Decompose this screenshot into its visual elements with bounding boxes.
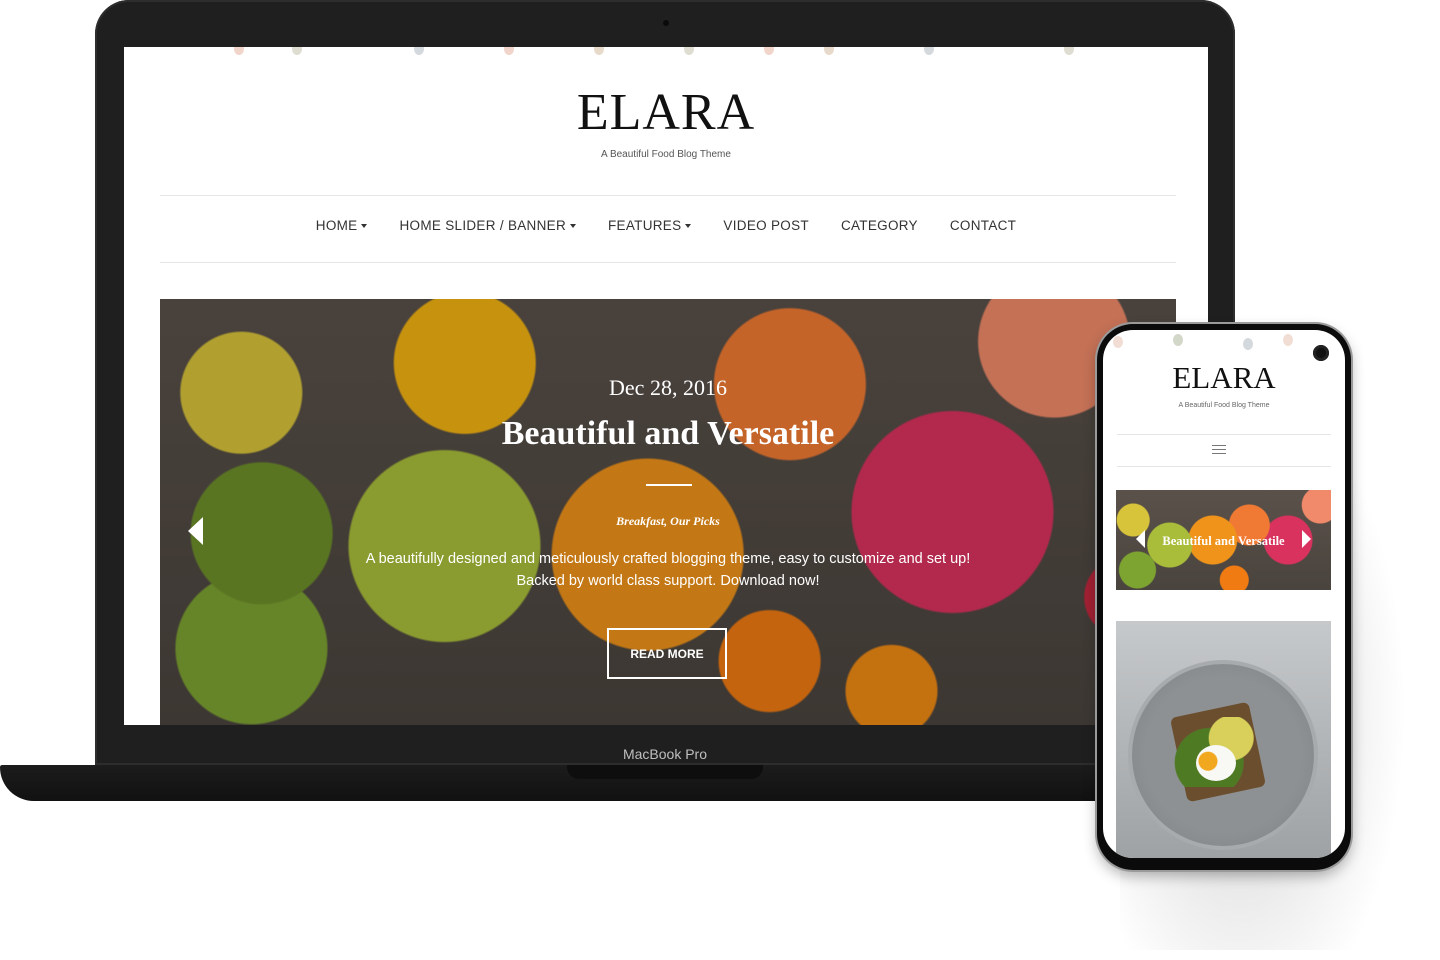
phone-screen: ELARA A Beautiful Food Blog Theme Beauti… [1103, 330, 1345, 858]
hero-slider: Dec 28, 2016 Beautiful and Versatile Bre… [160, 299, 1176, 725]
post-excerpt: A beautifully designed and meticulously … [365, 551, 971, 589]
laptop-screen: ELARA A Beautiful Food Blog Theme HOME H… [124, 47, 1208, 725]
nav-label: CATEGORY [840, 218, 918, 233]
arrow-right-icon[interactable] [1302, 530, 1311, 548]
nav-item-video-post[interactable]: VIDEO POST [723, 218, 809, 233]
caret-down-icon [361, 223, 368, 228]
caret-down-icon [570, 223, 576, 228]
header-divider-top [1117, 434, 1331, 435]
post-date: Dec 28, 2016 [609, 375, 727, 400]
post-title[interactable]: Beautiful and Versatile [160, 415, 1176, 453]
laptop-camera [663, 20, 669, 26]
title-separator [646, 484, 692, 486]
mobile-hero-slider: Beautiful and Versatile [1116, 490, 1331, 590]
site-logo[interactable]: ELARA [1103, 360, 1345, 396]
nav-label: HOME [315, 218, 358, 233]
nav-label: CONTACT [949, 218, 1017, 233]
site-tagline: A Beautiful Food Blog Theme [601, 149, 731, 160]
nav-item-home[interactable]: HOME [316, 218, 368, 233]
post-categories[interactable]: Breakfast, Our Picks [160, 514, 1176, 529]
phone-camera [1313, 345, 1329, 361]
hamburger-menu-icon[interactable] [1212, 445, 1226, 457]
caret-down-icon [685, 223, 692, 228]
egg-graphic [1196, 745, 1236, 781]
read-more-button[interactable]: READ MORE [607, 628, 727, 679]
site-tagline: A Beautiful Food Blog Theme [1178, 402, 1270, 409]
device-label: MacBook Pro [622, 746, 708, 762]
nav-item-contact[interactable]: CONTACT [950, 218, 1016, 233]
nav-label: HOME SLIDER / BANNER [399, 218, 566, 233]
post-thumbnail[interactable] [1116, 621, 1331, 858]
nav-label: FEATURES [608, 218, 682, 233]
header-divider-bottom [1117, 466, 1331, 467]
main-navigation: HOME HOME SLIDER / BANNER FEATURES VIDEO… [124, 218, 1208, 233]
floral-border-decoration [124, 47, 1208, 61]
nav-item-home-slider-banner[interactable]: HOME SLIDER / BANNER [399, 218, 576, 233]
site-logo[interactable]: ELARA [124, 83, 1208, 142]
header-divider-top [160, 195, 1176, 196]
header-divider-bottom [160, 262, 1176, 263]
nav-item-features[interactable]: FEATURES [608, 218, 692, 233]
nav-item-category[interactable]: CATEGORY [841, 218, 918, 233]
post-title[interactable]: Beautiful and Versatile [1116, 534, 1331, 549]
floral-border-decoration [1103, 330, 1345, 350]
laptop-hinge-notch [567, 765, 763, 779]
nav-label: VIDEO POST [723, 218, 809, 233]
